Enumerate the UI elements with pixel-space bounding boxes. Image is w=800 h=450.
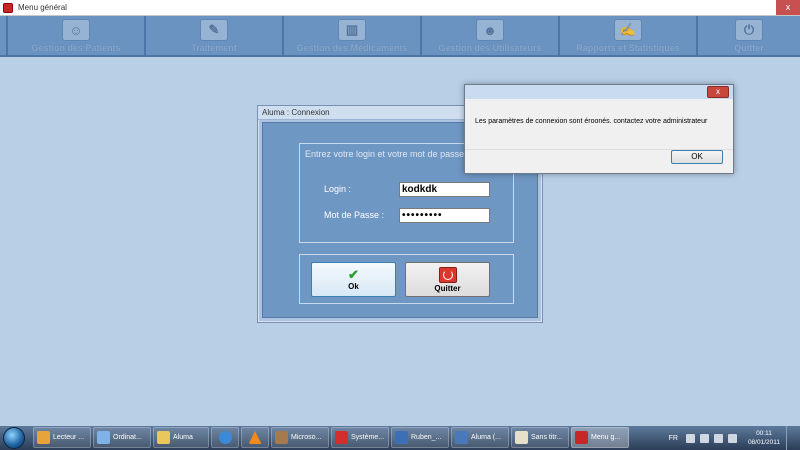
toolbar-label: Rapports et Statistiques	[576, 43, 680, 53]
taskbar-item-label: Menu g...	[591, 434, 621, 441]
network-icon[interactable]	[713, 433, 723, 443]
main-window-title: Menu général	[18, 3, 67, 12]
toolbar-label: Gestion des Patients	[31, 43, 121, 53]
report-icon: ✍	[614, 19, 642, 41]
main-toolbar: ☺ Gestion des Patients ✎ Traitement ▥ Ge…	[0, 16, 800, 57]
toolbar-quitter-button[interactable]: ⏻ Quitter	[698, 16, 800, 55]
patient-icon: ☺	[62, 19, 90, 41]
login-label: Login :	[324, 184, 352, 194]
ok-button-label: Ok	[348, 282, 359, 291]
computer-icon	[97, 431, 110, 444]
main-window-close-button[interactable]: x	[776, 0, 800, 15]
login-input[interactable]: kodkdk	[399, 182, 490, 197]
toolbar-traitement-button[interactable]: ✎ Traitement	[146, 16, 284, 55]
taskbar-item-computer[interactable]: Ordinat...	[93, 427, 151, 448]
error-message-text: Les paramètres de connexion sont éroonés…	[475, 118, 708, 125]
vlc-icon	[248, 431, 262, 444]
taskbar-item-aluma-folder[interactable]: Aluma	[153, 427, 209, 448]
clock[interactable]: 00:11 08/01/2011	[748, 429, 780, 447]
quit-button-label: Quitter	[434, 283, 461, 293]
visual-studio-icon	[455, 431, 468, 444]
toolbar-label: Quitter	[734, 43, 764, 53]
actions-group: ✔ Ok Quitter	[299, 254, 514, 304]
taskbar-item-label: Aluma (...	[471, 434, 501, 441]
taskbar-item-menu-general[interactable]: Menu g...	[571, 427, 629, 448]
taskbar-item-label: Lecteur ...	[53, 434, 85, 441]
quit-button[interactable]: Quitter	[405, 262, 490, 297]
toolbar-label: Gestion des Médicaments	[296, 43, 408, 53]
taskbar: Lecteur ... Ordinat... Aluma Microso... …	[0, 426, 800, 450]
taskbar-item-ruben[interactable]: Ruben_...	[391, 427, 449, 448]
taskbar-item-label: Sans titr...	[531, 434, 563, 441]
ok-button[interactable]: ✔ Ok	[311, 262, 396, 297]
volume-icon[interactable]	[727, 433, 737, 443]
password-label: Mot de Passe :	[324, 210, 385, 220]
taskbar-items: Lecteur ... Ordinat... Aluma Microso... …	[33, 427, 631, 449]
app-icon	[575, 431, 588, 444]
clock-time: 00:11	[756, 430, 772, 437]
start-button[interactable]	[3, 427, 25, 449]
toolbar-rapports-button[interactable]: ✍ Rapports et Statistiques	[560, 16, 698, 55]
media-player-icon	[37, 431, 50, 444]
taskbar-item-internet-explorer[interactable]	[211, 427, 239, 448]
tools-icon	[275, 431, 288, 444]
toolbar-medicaments-button[interactable]: ▥ Gestion des Médicaments	[284, 16, 422, 55]
error-message-box: x Les paramètres de connexion sont éroon…	[464, 84, 734, 174]
power-icon: ⏻	[735, 19, 763, 41]
main-window-titlebar: Menu général x	[0, 0, 800, 16]
taskbar-item-label: Système...	[351, 434, 385, 441]
word-document-icon	[395, 431, 408, 444]
flag-icon[interactable]	[699, 433, 709, 443]
users-icon: ☻	[476, 19, 504, 41]
credentials-prompt: Entrez votre login et votre mot de passe	[305, 149, 465, 159]
message-box-titlebar: x	[465, 85, 733, 99]
medicine-icon: ▥	[338, 19, 366, 41]
system-tray: FR 00:11 08/01/2011	[669, 426, 796, 450]
syringe-icon: ✎	[200, 19, 228, 41]
password-input[interactable]: •••••••••	[399, 208, 490, 223]
power-icon	[438, 266, 457, 283]
message-box-ok-button[interactable]: OK	[671, 150, 723, 164]
toolbar-label: Gestion des Utilisateurs	[438, 43, 542, 53]
taskbar-item-aluma-project[interactable]: Aluma (...	[451, 427, 509, 448]
taskbar-item-vlc[interactable]	[241, 427, 269, 448]
taskbar-item-systeme[interactable]: Système...	[331, 427, 389, 448]
taskbar-item-label: Aluma	[173, 434, 193, 441]
taskbar-item-label: Ordinat...	[113, 434, 142, 441]
paint-icon	[515, 431, 528, 444]
taskbar-item-microsoft[interactable]: Microso...	[271, 427, 329, 448]
taskbar-item-paint[interactable]: Sans titr...	[511, 427, 569, 448]
app-icon	[3, 2, 13, 13]
message-box-close-button[interactable]: x	[707, 86, 729, 98]
internet-explorer-icon	[218, 431, 232, 444]
clock-date: 08/01/2011	[747, 439, 780, 446]
toolbar-utilisateurs-button[interactable]: ☻ Gestion des Utilisateurs	[422, 16, 560, 55]
check-icon: ✔	[348, 267, 359, 282]
taskbar-item-label: Microso...	[291, 434, 322, 441]
language-indicator[interactable]: FR	[669, 435, 678, 442]
toolbar-label: Traitement	[191, 43, 237, 53]
folder-icon	[157, 431, 170, 444]
taskbar-item-media-player[interactable]: Lecteur ...	[33, 427, 91, 448]
taskbar-item-label: Ruben_...	[411, 434, 442, 441]
show-desktop-button[interactable]	[786, 426, 796, 450]
toolbar-patients-button[interactable]: ☺ Gestion des Patients	[6, 16, 146, 55]
up-arrow-icon[interactable]	[685, 433, 695, 443]
antivirus-icon	[335, 431, 348, 444]
